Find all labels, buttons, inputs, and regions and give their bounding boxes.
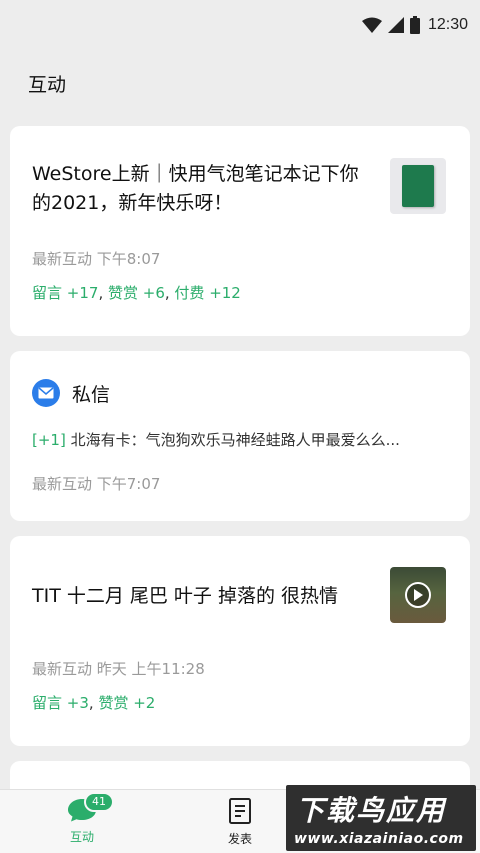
notebook-thumbnail xyxy=(390,158,446,214)
status-icons xyxy=(361,16,420,34)
dm-preview-text: 北海有卡：气泡狗欢乐马神经蛙路人甲最爱么么... xyxy=(70,431,400,449)
tab-interact[interactable]: 41 互动 xyxy=(52,792,114,845)
comment-stat: 留言 +17 xyxy=(32,284,99,302)
article-title: WeStore上新｜快用气泡笔记本记下你的2021，新年快乐呀！ xyxy=(32,163,359,214)
dm-header: 私信 xyxy=(32,379,110,407)
unread-badge: 41 xyxy=(84,792,114,812)
tab-interact-label: 互动 xyxy=(69,830,94,844)
tip-stat: 赞赏 +2 xyxy=(98,694,156,712)
comment-stat: 留言 +3 xyxy=(32,694,89,712)
tab-publish-label: 发表 xyxy=(227,832,252,846)
feed-card-private-message[interactable]: 私信 [+1] 北海有卡：气泡狗欢乐马神经蛙路人甲最爱么么... 最新互动 下午… xyxy=(10,351,470,521)
watermark-logo: 下载鸟应用 www.xiazainiao.com xyxy=(286,785,476,851)
dm-preview: [+1] 北海有卡：气泡狗欢乐马神经蛙路人甲最爱么么... xyxy=(32,429,452,450)
latest-interaction-time: 最新互动 昨天 上午11:28 xyxy=(32,660,205,678)
watermark-url: www.xiazainiao.com xyxy=(294,831,464,847)
tab-publish[interactable]: 发表 xyxy=(210,798,270,847)
feed-card-video[interactable]: TIT 十二月 尾巴 叶子 掉落的 很热情 最新互动 昨天 上午11:28 留言… xyxy=(10,536,470,746)
wifi-icon xyxy=(361,17,382,33)
paid-stat: 付费 +12 xyxy=(174,284,241,302)
video-title: TIT 十二月 尾巴 叶子 掉落的 很热情 xyxy=(32,585,339,607)
play-icon xyxy=(405,582,431,608)
status-time: 12:30 xyxy=(427,16,468,33)
page-title: 互动 xyxy=(28,74,67,96)
dm-unread-count: [+1] xyxy=(32,431,66,449)
video-thumbnail xyxy=(390,567,446,623)
document-icon xyxy=(229,798,251,824)
cellular-signal-icon xyxy=(387,17,404,33)
mail-icon xyxy=(32,379,60,407)
latest-interaction-time: 最新互动 下午7:07 xyxy=(32,475,161,493)
battery-icon xyxy=(409,16,420,34)
notebook-image xyxy=(402,165,434,207)
watermark-title: 下载鸟应用 xyxy=(296,794,447,827)
feed-card-article[interactable]: WeStore上新｜快用气泡笔记本记下你的2021，新年快乐呀！ 最新互动 下午… xyxy=(10,126,470,336)
interaction-stats: 留言 +3, 赞赏 +2 xyxy=(32,694,156,712)
dm-title: 私信 xyxy=(72,383,111,406)
tip-stat: 赞赏 +6 xyxy=(107,284,165,302)
interaction-stats: 留言 +17, 赞赏 +6, 付费 +12 xyxy=(32,284,241,302)
latest-interaction-time: 最新互动 下午8:07 xyxy=(32,250,161,268)
status-bar: 12:30 xyxy=(0,0,480,50)
